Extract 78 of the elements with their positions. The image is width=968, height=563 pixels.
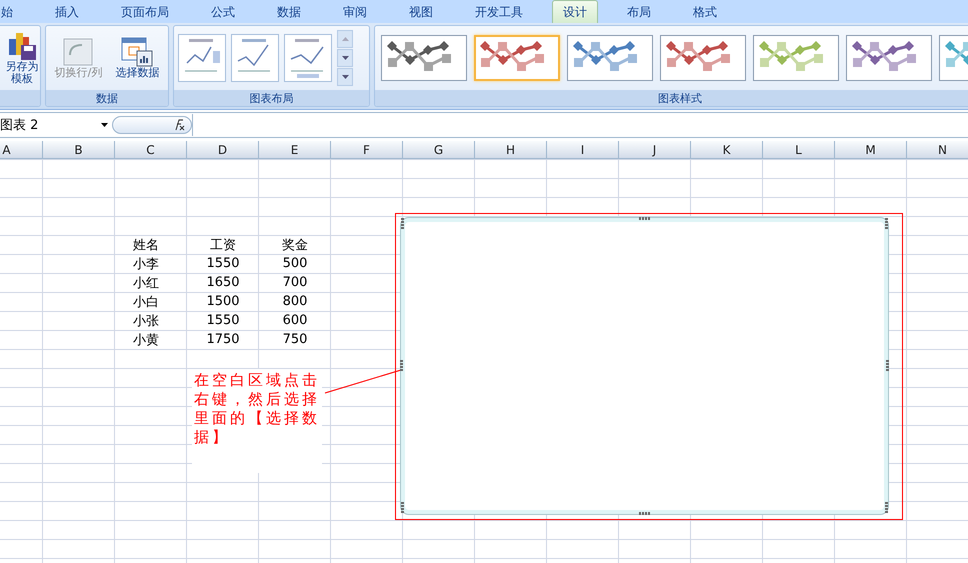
table-cell: 600	[282, 313, 308, 328]
scroll-up-icon	[342, 37, 348, 41]
scroll-down-button[interactable]	[337, 49, 353, 67]
insert-function-button[interactable]	[112, 116, 192, 134]
table-cell: 1750	[206, 332, 240, 347]
column-header-text: 工资	[210, 236, 236, 254]
chart-layout-option[interactable]	[284, 34, 332, 82]
chart-style-option[interactable]	[753, 35, 839, 81]
resize-handle[interactable]	[400, 360, 403, 372]
chart-layout-option[interactable]	[231, 34, 279, 82]
column-header-text: 姓名	[133, 236, 159, 254]
resize-handle[interactable]	[401, 218, 404, 230]
table-cell-text: 小黄	[133, 332, 159, 348]
table-cell: 1550	[206, 256, 240, 271]
chart-style-option[interactable]	[567, 35, 653, 81]
column-header[interactable]: K	[691, 141, 763, 159]
table-cell: 500	[282, 256, 308, 271]
table-cell: 1500	[206, 294, 240, 309]
table-cell-text: 小红	[133, 274, 159, 292]
scroll-down-icon	[342, 75, 348, 79]
ribbon-tab[interactable]: 始	[0, 1, 34, 23]
ribbon-tab[interactable]: 插入	[34, 1, 100, 23]
annotation-text: 在空白区域点击右键，然后选择里面的【选择数据】	[192, 369, 322, 473]
column-header[interactable]: N	[907, 141, 968, 159]
resize-handle[interactable]	[638, 512, 650, 515]
resize-handle[interactable]	[638, 217, 650, 220]
ribbon-tab[interactable]: 页面布局	[100, 1, 190, 23]
group-label: 图表样式	[375, 90, 968, 106]
ribbon-tab[interactable]: 公式	[190, 1, 256, 23]
chart-layout-option[interactable]	[178, 34, 226, 82]
resize-handle[interactable]	[885, 502, 888, 514]
resize-handle[interactable]	[885, 218, 888, 230]
column-header[interactable]: M	[835, 141, 907, 159]
group-label: 数据	[46, 90, 168, 106]
table-cell-text: 小张	[133, 312, 159, 330]
ribbon-tab[interactable]: 视图	[388, 1, 454, 23]
table-cell-text: 小白	[133, 294, 159, 310]
chart-save-icon	[7, 31, 37, 61]
column-header[interactable]: H	[475, 141, 547, 159]
fx-icon	[173, 119, 185, 131]
ribbon-tab[interactable]: 数据	[256, 1, 322, 23]
table-cell: 700	[282, 275, 308, 290]
more-button[interactable]	[337, 68, 353, 86]
column-header[interactable]: B	[43, 141, 115, 159]
table-cell: 750	[282, 332, 308, 347]
column-header[interactable]: I	[547, 141, 619, 159]
table-cell: 1550	[206, 313, 240, 328]
column-header[interactable]: L	[763, 141, 835, 159]
table-chart-icon	[121, 37, 154, 67]
resize-handle[interactable]	[401, 502, 404, 514]
table-cell-text: 小李	[133, 256, 159, 272]
chart-style-option[interactable]	[474, 35, 560, 81]
ribbon-tab[interactable]: 审阅	[322, 1, 388, 23]
group-label-background	[0, 90, 40, 106]
column-header[interactable]: J	[619, 141, 691, 159]
chart-style-option[interactable]	[660, 35, 746, 81]
column-header-text: 奖金	[282, 236, 308, 254]
column-header[interactable]: E	[259, 141, 331, 159]
ribbon-tab[interactable]: 开发工具	[454, 1, 544, 23]
chart-style-option[interactable]	[846, 35, 932, 81]
column-header[interactable]: D	[187, 141, 259, 159]
dropdown-caret-icon	[101, 123, 108, 127]
column-header[interactable]: A	[0, 141, 43, 159]
table-cell: 1650	[206, 275, 240, 290]
column-header[interactable]: G	[403, 141, 475, 159]
ribbon-tab[interactable]: 布局	[606, 1, 672, 23]
column-header[interactable]: F	[331, 141, 403, 159]
resize-handle[interactable]	[886, 360, 889, 372]
column-header[interactable]: C	[115, 141, 187, 159]
table-arrows-icon	[62, 37, 94, 67]
chart-style-option[interactable]	[381, 35, 467, 81]
table-cell: 800	[282, 294, 308, 309]
ribbon-tab[interactable]: 格式	[672, 1, 738, 23]
select-data-button[interactable]: 选择数据	[115, 37, 160, 79]
group-label: 图表布局	[174, 90, 369, 106]
name-box[interactable]: 图表 2	[0, 115, 112, 135]
ribbon-tab[interactable]: 设计	[552, 0, 598, 23]
scroll-down-icon	[342, 56, 348, 60]
